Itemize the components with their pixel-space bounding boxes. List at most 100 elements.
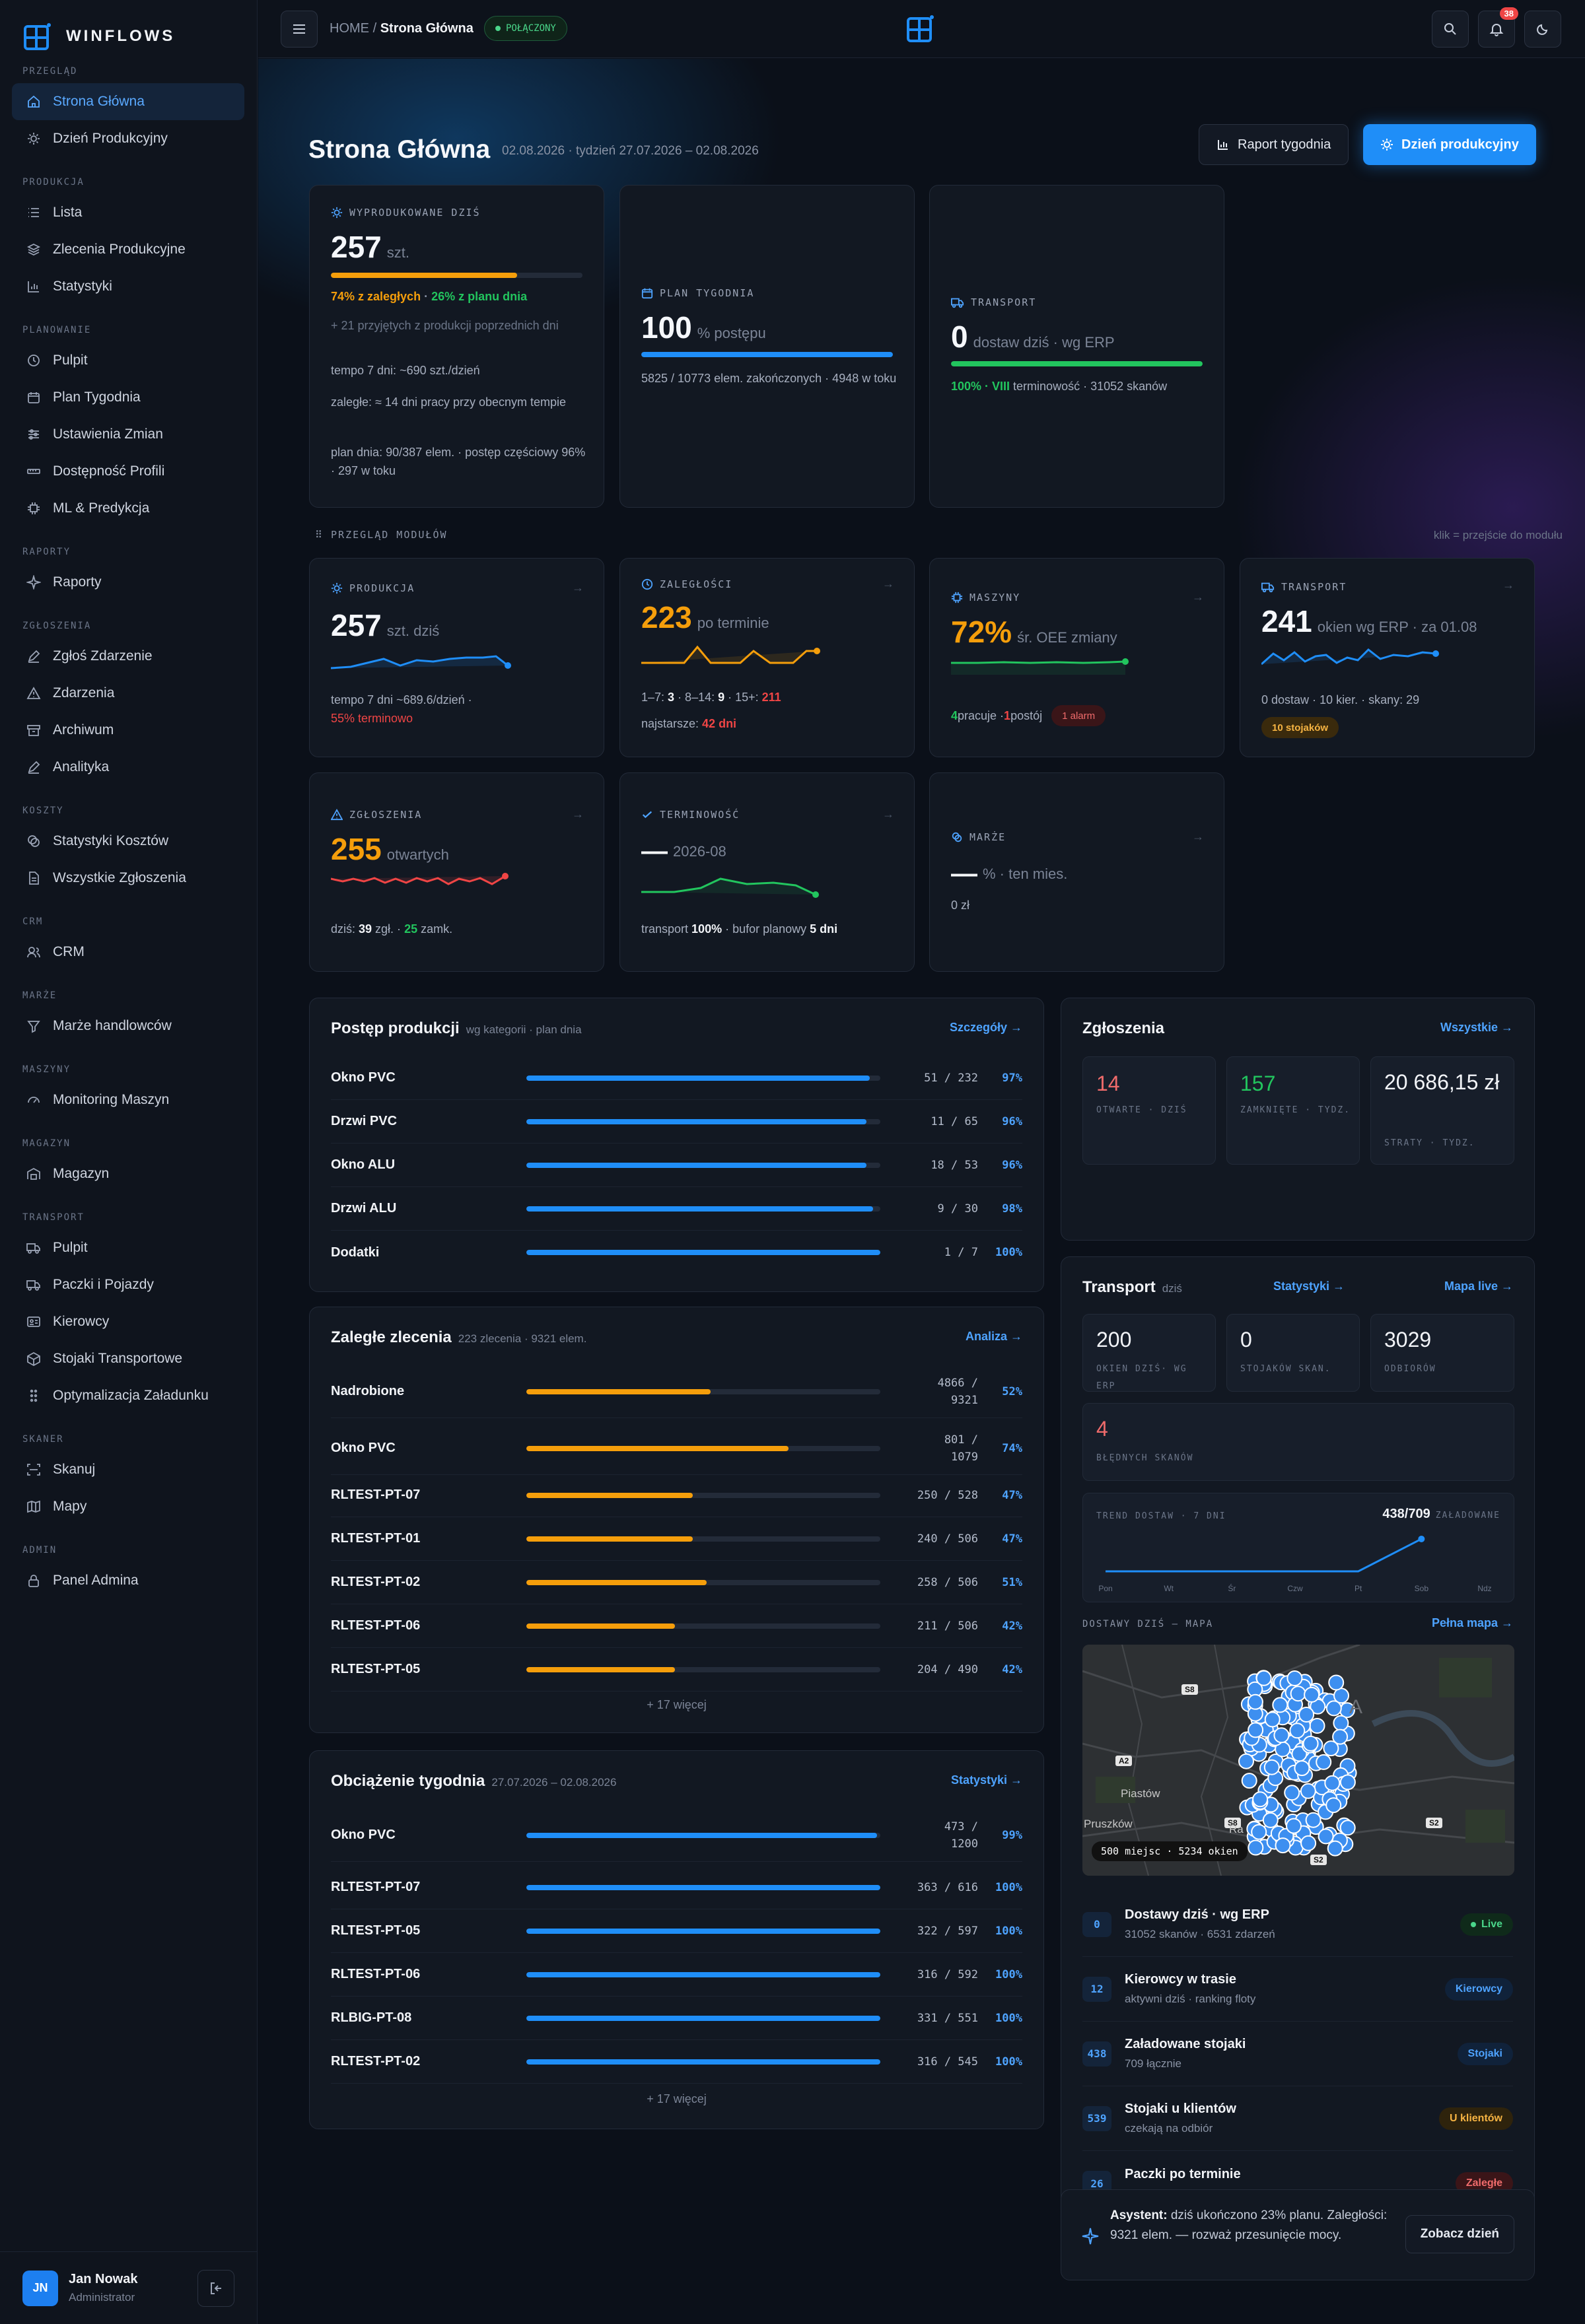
sidebar-item-optymalizacja-załadunku[interactable]: Optymalizacja Załadunku — [12, 1377, 244, 1414]
all-reports-link[interactable]: Wszystkie → — [1440, 1021, 1513, 1035]
table-row[interactable]: RLTEST-PT-06 211 / 506 42% — [331, 1604, 1022, 1648]
delivery-point-marker[interactable] — [1294, 1760, 1310, 1777]
sidebar-item-plan-tygodnia[interactable]: Plan Tygodnia — [12, 379, 244, 416]
menu-toggle-button[interactable] — [281, 11, 318, 48]
show-more-link[interactable]: + 17 więcej — [310, 1698, 1043, 1712]
sidebar-item-ustawienia-zmian[interactable]: Ustawienia Zmian — [12, 416, 244, 453]
sidebar-item-zdarzenia[interactable]: Zdarzenia — [12, 675, 244, 712]
details-link[interactable]: Szczegóły → — [950, 1021, 1022, 1035]
table-row[interactable]: Dodatki 1 / 7 100% — [331, 1231, 1022, 1274]
scan-errors-tile[interactable]: 4 BŁĘDNYCH SKANÓW — [1082, 1403, 1514, 1481]
sidebar-item-statystyki[interactable]: Statystyki — [12, 268, 244, 305]
sidebar-item-raporty[interactable]: Raporty — [12, 564, 244, 601]
delivery-point-marker[interactable] — [1264, 1711, 1281, 1728]
delivery-point-marker[interactable] — [1247, 1693, 1263, 1710]
stats-link[interactable]: Statystyki → — [951, 1773, 1022, 1787]
sidebar-item-archiwum[interactable]: Archiwum — [12, 712, 244, 749]
transport-stat-tile[interactable]: 200 OKIEN DZIŚ· WG ERP — [1082, 1314, 1216, 1392]
delivery-point-marker[interactable] — [1300, 1783, 1316, 1799]
show-more-link[interactable]: + 17 więcej — [310, 2092, 1043, 2106]
sidebar-item-zgłoś-zdarzenie[interactable]: Zgłoś Zdarzenie — [12, 638, 244, 675]
delivery-point-marker[interactable] — [1263, 1759, 1280, 1775]
sidebar-item-magazyn[interactable]: Magazyn — [12, 1155, 244, 1192]
module-marze-card[interactable]: MARŻE → — % · ten mies. 0 zł — [929, 772, 1224, 972]
sidebar-item-panel-admina[interactable]: Panel Admina — [12, 1562, 244, 1599]
table-row[interactable]: RLTEST-PT-01 240 / 506 47% — [331, 1517, 1022, 1561]
table-row[interactable]: Okno PVC 51 / 232 97% — [331, 1056, 1022, 1100]
sidebar-item-kierowcy[interactable]: Kierowcy — [12, 1303, 244, 1340]
kpi-week-plan-card[interactable]: PLAN TYGODNIA 100 % postępu 5825 / 10773 … — [619, 185, 915, 508]
open-reports-tile[interactable]: 14 OTWARTE · DZIŚ — [1082, 1056, 1216, 1165]
delivery-point-marker[interactable] — [1333, 1688, 1349, 1704]
weekly-report-button[interactable]: Raport tygodnia — [1199, 124, 1349, 165]
sidebar-item-crm[interactable]: CRM — [12, 934, 244, 971]
analysis-link[interactable]: Analiza → — [966, 1330, 1022, 1344]
list-item[interactable]: 539 Stojaki u klientów czekają na odbiór … — [1082, 2086, 1513, 2151]
table-row[interactable]: RLTEST-PT-02 258 / 506 51% — [331, 1561, 1022, 1604]
delivery-point-marker[interactable] — [1324, 1775, 1341, 1791]
item-status-badge[interactable]: Live — [1460, 1913, 1513, 1936]
delivery-point-marker[interactable] — [1332, 1728, 1349, 1745]
sidebar-item-statystyki-kosztów[interactable]: Statystyki Kosztów — [12, 823, 244, 860]
full-map-link[interactable]: Pełna mapa → — [1432, 1616, 1513, 1630]
delivery-map[interactable]: S8 A2 S8 S2 S2 Piastów Pruszków Ra A 500… — [1082, 1645, 1514, 1876]
table-row[interactable]: RLTEST-PT-02 316 / 545 100% — [331, 2040, 1022, 2084]
delivery-point-marker[interactable] — [1272, 1697, 1288, 1713]
table-row[interactable]: Drzwi ALU 9 / 30 98% — [331, 1187, 1022, 1231]
delivery-point-marker[interactable] — [1286, 1670, 1303, 1686]
list-item[interactable]: 12 Kierowcy w trasie aktywni dziś · ranki… — [1082, 1957, 1513, 2022]
sidebar-item-zlecenia-produkcyjne[interactable]: Zlecenia Produkcyjne — [12, 231, 244, 268]
delivery-point-marker[interactable] — [1325, 1797, 1342, 1814]
production-day-button[interactable]: Dzień produkcyjny — [1363, 124, 1536, 165]
avatar[interactable]: JN — [22, 2270, 58, 2306]
module-maszyny-card[interactable]: MASZYNY → 72% śr. OEE zmiany 4 pracuje · … — [929, 558, 1224, 757]
sidebar-item-monitoring-maszyn[interactable]: Monitoring Maszyn — [12, 1081, 244, 1118]
delivery-point-marker[interactable] — [1238, 1753, 1254, 1769]
table-row[interactable]: Okno ALU 18 / 53 96% — [331, 1144, 1022, 1187]
losses-tile[interactable]: 20 686,15 zł STRATY · TYDZ. — [1370, 1056, 1514, 1165]
notifications-button[interactable]: 38 — [1478, 7, 1518, 48]
delivery-point-marker[interactable] — [1302, 1735, 1319, 1752]
sidebar-item-lista[interactable]: Lista — [12, 194, 244, 231]
sidebar-item-paczki-i-pojazdy[interactable]: Paczki i Pojazdy — [12, 1266, 244, 1303]
item-status-badge[interactable]: Kierowcy — [1444, 1977, 1513, 2000]
logout-button[interactable] — [197, 2269, 234, 2307]
module-zaleglosci-card[interactable]: ZALEGŁOŚCI → 223 po terminie 1–7: 3 · 8–1… — [619, 558, 915, 757]
table-row[interactable]: Drzwi PVC 11 / 65 96% — [331, 1100, 1022, 1144]
delivery-point-marker[interactable] — [1316, 1754, 1332, 1770]
delivery-point-marker[interactable] — [1241, 1773, 1257, 1789]
delivery-point-marker[interactable] — [1328, 1674, 1345, 1691]
brand-logo[interactable]: WINFLOWS — [22, 21, 175, 51]
sidebar-item-stojaki-transportowe[interactable]: Stojaki Transportowe — [12, 1340, 244, 1377]
delivery-point-marker[interactable] — [1248, 1839, 1264, 1856]
list-item[interactable]: 0 Dostawy dziś · wg ERP 31052 skanów · 65… — [1082, 1892, 1513, 1957]
closed-reports-tile[interactable]: 157 ZAMKNIĘTE · TYDZ. — [1226, 1056, 1360, 1165]
sidebar-item-mapy[interactable]: Mapy — [12, 1488, 244, 1525]
delivery-point-marker[interactable] — [1252, 1791, 1269, 1808]
item-status-badge[interactable]: Stojaki — [1457, 2042, 1513, 2065]
transport-stat-tile[interactable]: 3029 ODBIORÓW — [1370, 1314, 1514, 1392]
delivery-point-marker[interactable] — [1298, 1707, 1315, 1723]
module-terminowosc-card[interactable]: TERMINOWOŚĆ → — 2026-08 transport 100% · … — [619, 772, 915, 972]
table-row[interactable]: RLTEST-PT-07 250 / 528 47% — [331, 1474, 1022, 1517]
theme-toggle-button[interactable] — [1524, 11, 1561, 48]
sidebar-item-marże-handlowców[interactable]: Marże handlowców — [12, 1008, 244, 1044]
table-row[interactable]: RLTEST-PT-05 322 / 597 100% — [331, 1909, 1022, 1953]
transport-stats-link[interactable]: Statystyki → — [1273, 1280, 1345, 1293]
delivery-point-marker[interactable] — [1304, 1686, 1320, 1703]
topbar-logo[interactable] — [905, 13, 936, 44]
module-transport-card[interactable]: TRANSPORT → 241 okien wg ERP · za 01.08 0… — [1240, 558, 1535, 757]
sidebar-item-strona-główna[interactable]: Strona Główna — [12, 83, 244, 120]
sidebar-item-pulpit[interactable]: Pulpit — [12, 1229, 244, 1266]
delivery-point-marker[interactable] — [1255, 1670, 1272, 1686]
kpi-produced-card[interactable]: WYPRODUKOWANE DZIŚ 257 szt. 74% z zaległy… — [309, 185, 604, 508]
table-row[interactable]: Nadrobione 4866 / 9321 52% — [331, 1365, 1022, 1418]
module-zgloszenia-card[interactable]: ZGŁOSZENIA → 255 otwartych dziś: 39 zgł. … — [309, 772, 604, 972]
table-row[interactable]: RLBIG-PT-08 331 / 551 100% — [331, 1997, 1022, 2040]
sidebar-item-wszystkie-zgłoszenia[interactable]: Wszystkie Zgłoszenia — [12, 860, 244, 897]
item-status-badge[interactable]: U klientów — [1438, 2107, 1513, 2130]
list-item[interactable]: 438 Załadowane stojaki 709 łącznie Stojak… — [1082, 2022, 1513, 2086]
sidebar-item-pulpit[interactable]: Pulpit — [12, 342, 244, 379]
delivery-point-marker[interactable] — [1289, 1723, 1306, 1739]
sidebar-item-ml-predykcja[interactable]: ML & Predykcja — [12, 490, 244, 527]
